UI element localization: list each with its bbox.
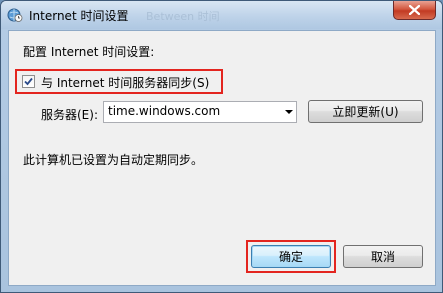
dialog-client-area: 配置 Internet 时间设置: 与 Internet 时间服务器同步(S) … [8,30,436,286]
title-bar[interactable]: Internet 时间设置 Between 时间 [1,1,442,29]
window-title: Internet 时间设置 [29,9,129,23]
server-combobox[interactable]: time.windows.com [103,101,297,123]
background-window-title-ghost: Between 时间 [146,10,220,23]
sync-checkbox[interactable] [22,75,35,88]
update-now-button[interactable]: 立即更新(U) [308,100,423,123]
close-icon [409,5,420,15]
ok-button[interactable]: 确定 [251,245,331,268]
server-label: 服务器(E): [41,108,98,122]
config-heading: 配置 Internet 时间设置: [23,45,155,59]
sync-status-text: 此计算机已设置为自动定期同步。 [23,153,204,167]
server-value: time.windows.com [108,104,221,118]
close-button[interactable] [393,1,436,20]
sync-checkbox-label[interactable]: 与 Internet 时间服务器同步(S) [41,74,209,91]
chevron-down-icon[interactable] [285,110,293,114]
cancel-button[interactable]: 取消 [343,245,423,268]
internet-time-settings-dialog: Internet 时间设置 Between 时间 配置 Internet 时间设… [0,0,443,293]
globe-clock-icon [7,7,23,23]
